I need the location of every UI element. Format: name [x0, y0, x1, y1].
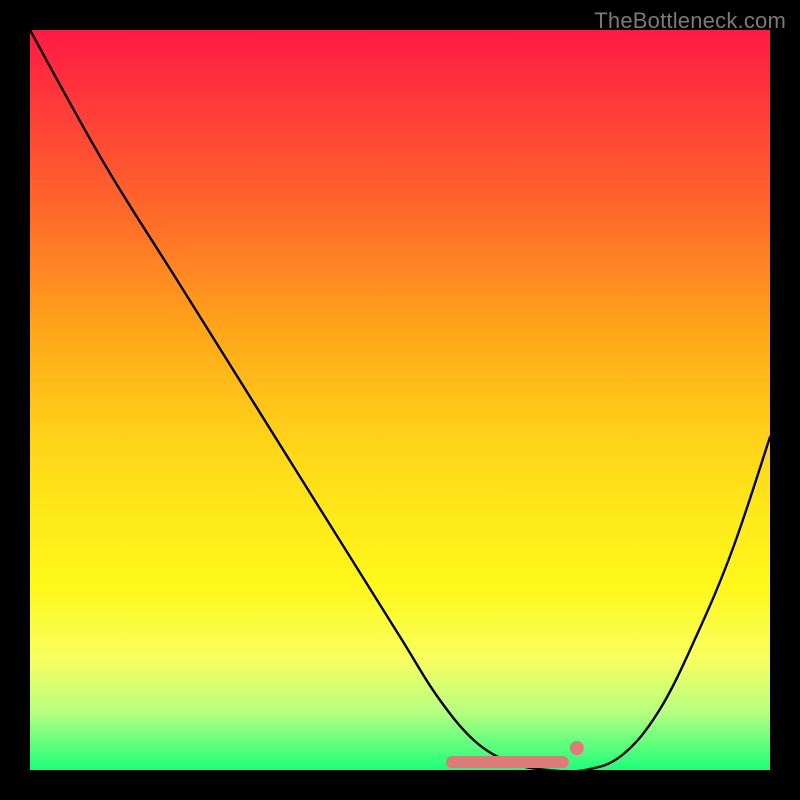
sweet-spot-end-dot: [570, 741, 584, 755]
chart-frame: TheBottleneck.com: [0, 0, 800, 800]
bottleneck-curve: [30, 30, 770, 772]
curve-layer: [30, 30, 770, 770]
plot-area: [30, 30, 770, 770]
